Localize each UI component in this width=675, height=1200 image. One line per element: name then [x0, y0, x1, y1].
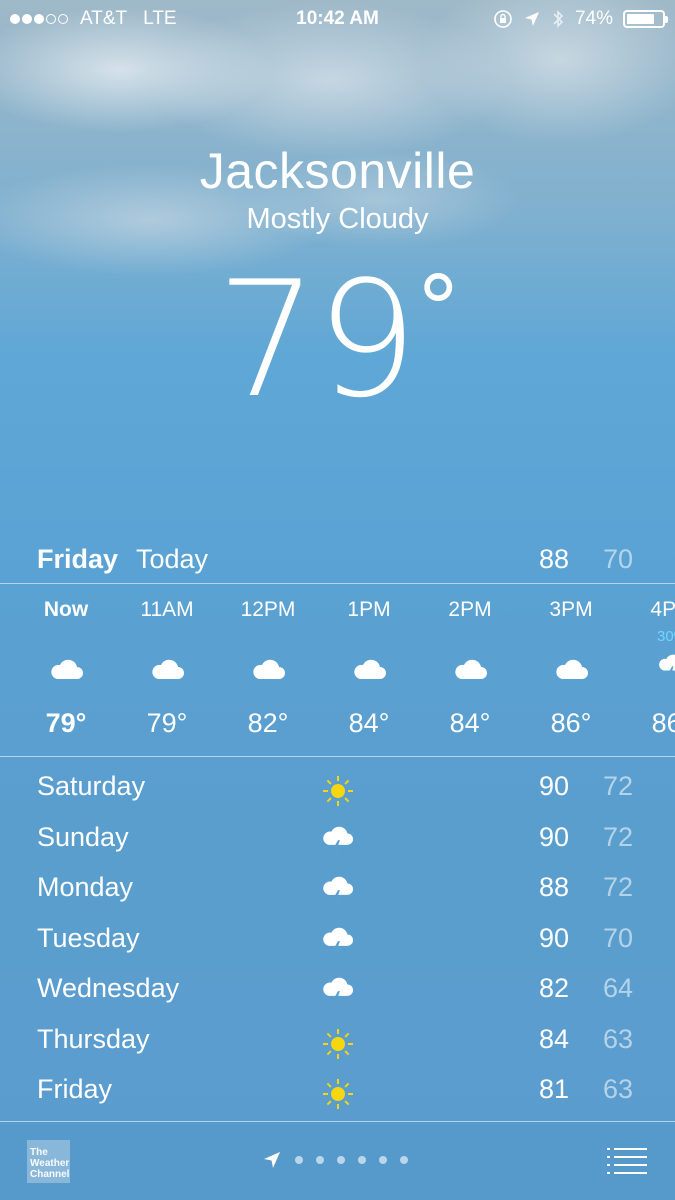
- day-high: 81: [539, 1074, 570, 1104]
- thunderstorm-icon: [322, 977, 354, 1009]
- bottom-toolbar: The Weather Channel: [0, 1122, 675, 1200]
- page-dot[interactable]: [358, 1156, 366, 1164]
- hourly-temp: 84°: [449, 708, 491, 738]
- day-name: Friday: [37, 1074, 113, 1104]
- battery-percent: 74%: [574, 8, 613, 29]
- hourly-item: 1PM 84°: [319, 584, 419, 756]
- day-low: 72: [603, 771, 634, 801]
- day-high: 82: [539, 973, 570, 1003]
- today-day-name: Friday: [37, 544, 119, 574]
- page-dot[interactable]: [337, 1156, 345, 1164]
- daily-forecast-row: Sunday 90 72: [0, 816, 675, 867]
- day-low: 64: [603, 973, 634, 1003]
- sun-icon: [322, 1078, 354, 1110]
- hourly-time: 2PM: [448, 598, 492, 621]
- day-low: 72: [603, 872, 634, 902]
- hourly-item: 2PM 84°: [420, 584, 520, 756]
- hourly-time: Now: [43, 598, 89, 621]
- daily-forecast-row: Wednesday 82 64: [0, 967, 675, 1018]
- day-low: 72: [603, 821, 634, 852]
- today-high: 88: [539, 544, 570, 574]
- divider: [0, 756, 675, 757]
- bluetooth-icon: [553, 10, 564, 28]
- page-dot[interactable]: [295, 1156, 303, 1164]
- hourly-time: 1PM: [347, 598, 391, 621]
- thunderstorm-icon: [322, 826, 354, 858]
- cloud-icon: [49, 654, 83, 680]
- day-name: Tuesday: [37, 922, 140, 953]
- hourly-time: 11AM: [140, 598, 194, 621]
- hourly-forecast-scroller[interactable]: Now 79° 11AM 79° 12PM 82° 1PM 84° 2PM 84° 3PM 86° 4P…: [0, 584, 675, 756]
- city-name: Jacksonville: [199, 143, 476, 199]
- day-name: Wednesday: [37, 973, 180, 1003]
- daily-forecast-list[interactable]: Saturday 90 72 Sunday 90 72 Monday 88 72 Tuesday 9…: [0, 765, 675, 1119]
- status-bar: AT&T LTE 10:42 AM 74%: [0, 0, 675, 38]
- day-high: 90: [539, 821, 570, 852]
- status-right: 74%: [493, 8, 668, 30]
- hourly-temp: 86°: [651, 708, 675, 738]
- city-list-icon[interactable]: [607, 1147, 647, 1175]
- today-label: Today: [136, 544, 209, 574]
- hourly-temp: 84°: [348, 708, 390, 738]
- day-name: Sunday: [37, 821, 129, 852]
- sun-icon: [322, 1028, 354, 1060]
- hourly-item: 12PM 82°: [218, 584, 318, 756]
- precip-chance: 30%: [656, 628, 675, 645]
- hourly-time: 12PM: [240, 598, 296, 621]
- location-arrow-icon: [524, 12, 539, 26]
- current-condition: Mostly Cloudy: [246, 203, 429, 235]
- today-summary-row: Friday Today 88 70: [0, 540, 675, 580]
- cloud-icon: [150, 654, 184, 680]
- weather-channel-logo[interactable]: The Weather Channel: [27, 1140, 70, 1183]
- day-low: 63: [603, 1074, 634, 1104]
- daily-forecast-row: Friday 81 63: [0, 1068, 675, 1119]
- daily-forecast-row: Tuesday 90 70: [0, 917, 675, 968]
- day-high: 84: [539, 1023, 570, 1054]
- battery-icon: [623, 10, 668, 28]
- location-arrow-icon: [264, 1152, 280, 1168]
- thunderstorm-icon: [655, 654, 675, 681]
- day-low: 63: [603, 1023, 634, 1054]
- rotation-lock-icon: [494, 10, 512, 28]
- weather-channel-logo-text: The Weather Channel: [30, 1147, 70, 1180]
- day-high: 88: [539, 872, 570, 902]
- hourly-item: 3PM 86°: [521, 584, 621, 756]
- cloud-icon: [554, 654, 588, 680]
- hourly-time: 4PM: [650, 598, 675, 621]
- thunderstorm-icon: [322, 927, 354, 959]
- hourly-temp: 86°: [550, 708, 592, 738]
- page-indicator[interactable]: [262, 1150, 408, 1170]
- hourly-item: 4PM 30% 86°: [622, 584, 675, 756]
- thunderstorm-icon: [322, 876, 354, 908]
- current-temperature: 79°: [0, 255, 675, 425]
- day-low: 70: [603, 922, 634, 953]
- hourly-item: Now 79°: [16, 584, 116, 756]
- hourly-temp: 79°: [45, 708, 87, 738]
- degree-symbol: °: [415, 257, 461, 362]
- daily-forecast-row: Monday 88 72: [0, 866, 675, 917]
- day-name: Monday: [37, 872, 134, 902]
- hourly-temp: 82°: [247, 708, 289, 738]
- current-temperature-value: 79: [216, 246, 418, 433]
- hourly-time: 3PM: [549, 598, 593, 621]
- daily-forecast-row: Thursday 84 63: [0, 1018, 675, 1069]
- sun-icon: [322, 775, 354, 807]
- cloud-icon: [251, 654, 285, 680]
- day-name: Saturday: [37, 771, 146, 801]
- day-high: 90: [539, 922, 570, 953]
- daily-forecast-row: Saturday 90 72: [0, 765, 675, 816]
- hourly-item: 11AM 79°: [117, 584, 217, 756]
- page-dot[interactable]: [400, 1156, 408, 1164]
- cloud-icon: [352, 654, 386, 680]
- cloud-icon: [453, 654, 487, 680]
- day-high: 90: [539, 771, 570, 801]
- page-dot[interactable]: [316, 1156, 324, 1164]
- day-name: Thursday: [37, 1023, 150, 1054]
- page-dot[interactable]: [379, 1156, 387, 1164]
- hourly-temp: 79°: [146, 708, 188, 738]
- today-low: 70: [603, 544, 634, 574]
